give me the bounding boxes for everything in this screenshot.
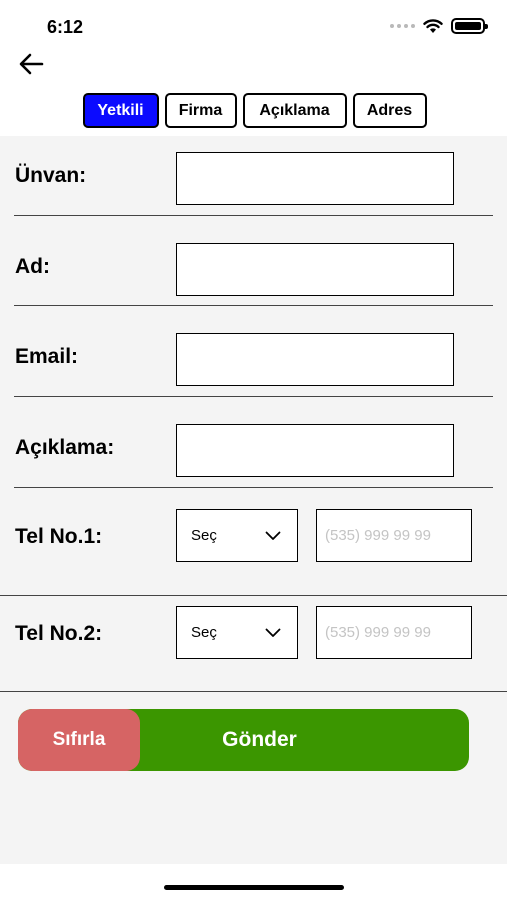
divider xyxy=(14,396,493,397)
status-bar: 6:12 xyxy=(0,0,507,50)
divider xyxy=(14,215,493,216)
tel2-label: Tel No.2: xyxy=(15,622,103,645)
status-icons xyxy=(390,18,488,34)
action-bar: Gönder Sıfırla xyxy=(18,709,469,771)
divider xyxy=(0,691,507,692)
unvan-label: Ünvan: xyxy=(15,164,87,187)
tab-adres[interactable]: Adres xyxy=(352,93,427,128)
email-label: Email: xyxy=(15,345,79,368)
reset-button[interactable]: Sıfırla xyxy=(18,709,140,771)
cellular-signal-icon xyxy=(390,24,415,28)
tel1-phone-input[interactable] xyxy=(316,509,472,562)
aciklama-label: Açıklama: xyxy=(15,436,115,459)
tab-aciklama[interactable]: Açıklama xyxy=(242,93,347,128)
ad-input[interactable] xyxy=(176,243,454,296)
aciklama-input[interactable] xyxy=(176,424,454,477)
wifi-icon xyxy=(423,19,443,33)
battery-icon xyxy=(451,18,488,34)
unvan-input[interactable] xyxy=(176,152,454,205)
tel1-label: Tel No.1: xyxy=(15,525,103,548)
status-time: 6:12 xyxy=(47,17,84,37)
divider xyxy=(0,595,507,596)
home-indicator xyxy=(164,885,344,890)
submit-button[interactable]: Gönder xyxy=(140,709,469,771)
divider xyxy=(14,305,493,306)
tel2-country-select[interactable]: Seç xyxy=(176,606,298,659)
tab-bar: Yetkili Firma Açıklama Adres xyxy=(0,93,507,128)
back-button[interactable] xyxy=(16,50,46,78)
tab-firma[interactable]: Firma xyxy=(164,93,237,128)
tel2-phone-input[interactable] xyxy=(316,606,472,659)
chevron-down-icon xyxy=(265,531,281,540)
divider xyxy=(14,487,493,488)
chevron-down-icon xyxy=(265,628,281,637)
tab-yetkili[interactable]: Yetkili xyxy=(82,93,159,128)
back-arrow-icon xyxy=(19,53,44,75)
email-input[interactable] xyxy=(176,333,454,386)
tel1-country-value: Seç xyxy=(191,527,217,544)
tel1-country-select[interactable]: Seç xyxy=(176,509,298,562)
tel2-country-value: Seç xyxy=(191,624,217,641)
ad-label: Ad: xyxy=(15,255,50,278)
